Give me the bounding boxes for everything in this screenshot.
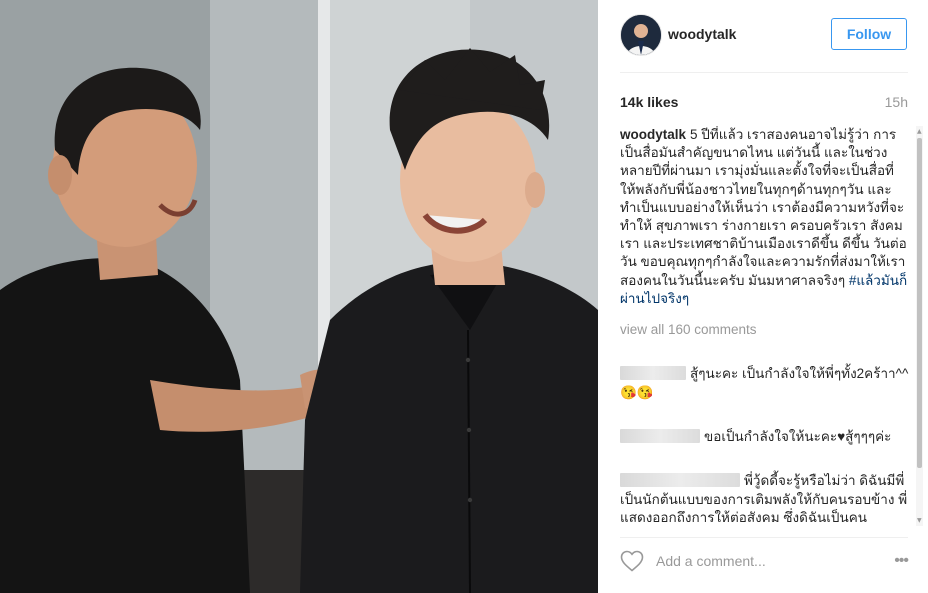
comment-username-redacted[interactable] bbox=[620, 429, 700, 444]
header-divider bbox=[620, 72, 908, 73]
caption: woodytalk 5 ปีที่แล้ว เราสองคนอาจไม่รู้ว่… bbox=[620, 126, 910, 308]
post-time[interactable]: 15h bbox=[885, 94, 908, 110]
caption-username[interactable]: woodytalk bbox=[620, 127, 686, 142]
post-photo[interactable] bbox=[0, 0, 598, 593]
comment-username-redacted[interactable] bbox=[620, 366, 686, 381]
likes-count[interactable]: 14k likes bbox=[620, 94, 678, 110]
comment-username-redacted[interactable] bbox=[620, 473, 740, 488]
follow-button[interactable]: Follow bbox=[831, 18, 907, 50]
post-photo-illustration bbox=[0, 0, 598, 593]
scroll-up-arrow-icon[interactable]: ▲ bbox=[917, 128, 922, 135]
comment-text-trail: สู้ๆๆๆค่ะ bbox=[845, 429, 892, 445]
add-comment-input[interactable]: Add a comment... bbox=[656, 553, 766, 569]
scroll-down-arrow-icon[interactable]: ▼ bbox=[917, 517, 922, 524]
comments-scrollbar[interactable]: ▲ ▼ bbox=[916, 126, 923, 526]
username-link[interactable]: woodytalk bbox=[668, 26, 736, 42]
comment-item: พี่วู้ดดี้จะรู้หรือไม่ว่า ดิฉันมีพี่เป็น… bbox=[620, 454, 910, 526]
avatar-image bbox=[621, 15, 661, 55]
post-header: woodytalk Follow bbox=[620, 14, 908, 56]
caption-text: 5 ปีที่แล้ว เราสองคนอาจไม่รู้ว่า การเป็น… bbox=[620, 127, 907, 288]
comments-list[interactable]: woodytalk 5 ปีที่แล้ว เราสองคนอาจไม่รู้ว่… bbox=[620, 126, 910, 526]
avatar[interactable] bbox=[620, 14, 662, 56]
footer-divider bbox=[620, 537, 908, 538]
view-all-comments-link[interactable]: view all 160 comments bbox=[620, 321, 910, 339]
comment-item: ขอเป็นกำลังใจให้นะคะ♥สู้ๆๆๆค่ะ bbox=[620, 410, 910, 446]
more-options-icon[interactable]: ••• bbox=[894, 552, 909, 570]
heart-outline-icon[interactable] bbox=[620, 550, 644, 572]
comment-item: สู้ๆนะคะ เป็นกำลังใจให้พี่ๆทั้ง2คร้าา^^ … bbox=[620, 347, 910, 402]
comment-text: ขอเป็นกำลังใจให้นะคะ bbox=[704, 429, 838, 445]
black-heart-icon: ♥ bbox=[837, 429, 846, 445]
likes-row: 14k likes 15h bbox=[620, 94, 908, 114]
comment-footer: Add a comment... ••• bbox=[620, 544, 909, 580]
scrollbar-thumb[interactable] bbox=[917, 138, 922, 468]
post-side-panel: woodytalk Follow 14k likes 15h woodytalk… bbox=[598, 0, 928, 593]
